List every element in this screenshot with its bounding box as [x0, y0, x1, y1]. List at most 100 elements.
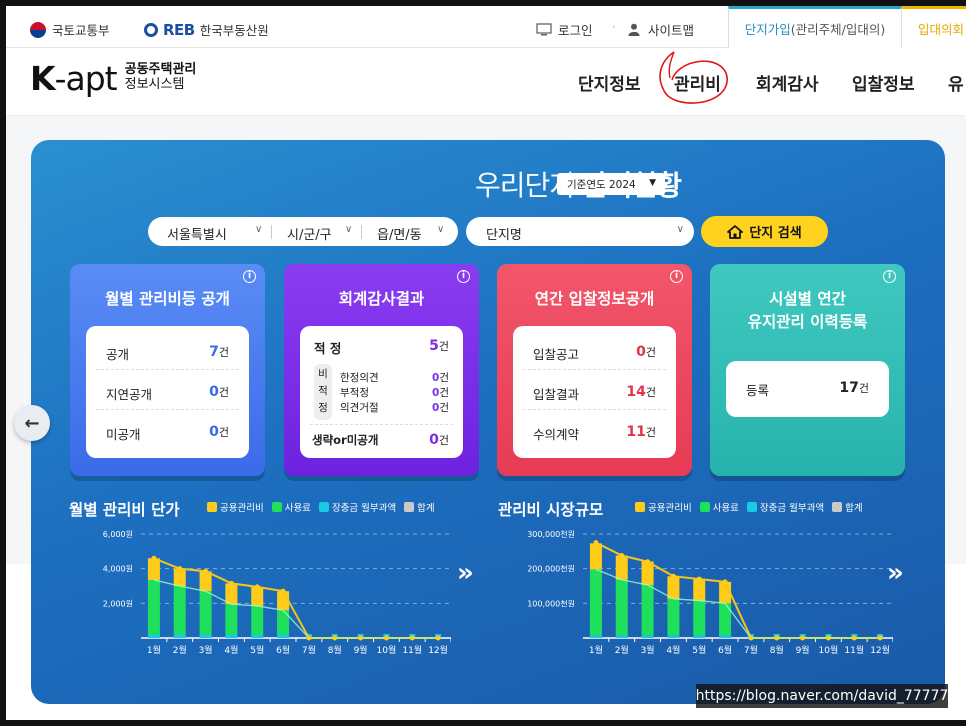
- legend-item[interactable]: 공용관리비: [635, 500, 692, 514]
- legend-label: 공용관리비: [648, 503, 692, 514]
- legend-item[interactable]: 사용료: [271, 500, 311, 514]
- gov-logo-link[interactable]: 국토교통부: [30, 20, 110, 39]
- stat-value: 17: [839, 380, 859, 396]
- x-tick-label: 3월: [641, 644, 655, 656]
- legend-item[interactable]: 장충금 월부과액: [318, 500, 397, 514]
- info-icon[interactable]: i: [457, 270, 470, 283]
- x-tick-label: 8월: [328, 644, 342, 656]
- point-total: [254, 584, 260, 590]
- dong-select[interactable]: 읍/면/동: [377, 224, 422, 243]
- stat-label: 지연공개: [106, 387, 153, 402]
- x-tick-label: 3월: [199, 644, 213, 656]
- legend-label: 장충금 월부과액: [331, 503, 397, 514]
- stat-label: 의견거절: [340, 402, 379, 414]
- nav-management-fee[interactable]: 관리비: [674, 70, 721, 95]
- nav-bid-info[interactable]: 입찰정보: [852, 70, 915, 95]
- kapt-sub2: 정보시스템: [124, 77, 185, 92]
- legend-item[interactable]: 사용료: [699, 500, 739, 514]
- complex-name-select[interactable]: 단지명 ∨: [466, 217, 694, 246]
- bar-reserve: [225, 634, 238, 638]
- chart2-title: 관리비 시장규모: [498, 501, 604, 519]
- divider: [361, 225, 362, 239]
- kapt-logo[interactable]: K-apt 공동주택관리 정보시스템: [30, 62, 196, 96]
- sido-select[interactable]: 서울특별시: [167, 224, 227, 243]
- nav-complex-info[interactable]: 단지정보: [578, 70, 641, 95]
- point-total: [748, 635, 754, 641]
- bar-usage: [589, 569, 602, 636]
- legend-label: 장충금 월부과액: [759, 503, 825, 514]
- tab-resident-council[interactable]: 입대의회: [902, 6, 966, 48]
- card-monthly-fee-disclosure[interactable]: i 월별 관리비등 공개 공개 7건 지연공개 0건 미공개 0건: [70, 264, 265, 476]
- complex-status-panel: 우리단지 관리현황 기준연도 2024 ▼ 서울특별시 ∨ 시/군/구 ∨ 읍/…: [31, 140, 945, 704]
- nav-more[interactable]: 유: [948, 70, 964, 95]
- chart1-next-icon[interactable]: »: [457, 558, 474, 588]
- info-icon[interactable]: i: [243, 270, 256, 283]
- y-tick-label: 2,000원: [103, 599, 133, 608]
- bar-common: [147, 558, 160, 580]
- monitor-icon: [536, 23, 552, 36]
- stat-label: 미공개: [106, 427, 141, 442]
- bar-reserve: [693, 635, 706, 638]
- bar-common: [693, 578, 706, 601]
- stat-unit: 건: [218, 386, 229, 399]
- bar-usage: [615, 579, 628, 636]
- y-tick-label: 100,000천원: [527, 598, 575, 608]
- info-icon[interactable]: i: [670, 270, 683, 283]
- line-total: [595, 541, 881, 639]
- bar-common: [615, 555, 628, 580]
- card-stats-box: 입찰공고 0건 입찰결과 14건 수의계약 11건: [513, 326, 676, 458]
- nav-accounting-audit[interactable]: 회계감사: [756, 70, 819, 95]
- info-icon[interactable]: i: [883, 270, 896, 283]
- person-icon: [628, 23, 640, 36]
- year-select[interactable]: 기준연도 2024 ▼: [557, 173, 665, 195]
- chevron-down-icon: ∨: [437, 224, 445, 235]
- bar-common: [225, 583, 238, 605]
- point-total: [645, 559, 651, 565]
- point-total: [332, 635, 338, 641]
- point-total: [722, 579, 728, 585]
- point-total: [800, 635, 806, 641]
- stat-unit: 건: [858, 382, 869, 395]
- reb-circle-icon: [144, 22, 158, 37]
- point-total: [280, 588, 286, 594]
- tab-join-complex[interactable]: 단지가입 (관리주체/입대의): [728, 6, 902, 48]
- bar-reserve: [719, 635, 732, 638]
- chart2-next-icon[interactable]: »: [887, 558, 904, 588]
- card-title-line1: 시설별 연간: [769, 290, 846, 308]
- legend-item[interactable]: 장충금 월부과액: [746, 500, 825, 514]
- sigungu-select[interactable]: 시/군/구: [287, 224, 332, 243]
- card-annual-bid-disclosure[interactable]: i 연간 입찰정보공개 입찰공고 0건 입찰결과 14건 수의계약 11건: [497, 264, 692, 476]
- chevron-down-icon: ∨: [676, 224, 684, 235]
- stat-unit: 건: [439, 402, 449, 414]
- point-total: [619, 552, 625, 558]
- stat-value: 11: [626, 424, 646, 440]
- stat-label: 수의계약: [533, 427, 580, 442]
- reb-logo-text: REB: [163, 20, 195, 39]
- stat-label: 공개: [106, 347, 130, 362]
- prev-arrow-button[interactable]: ←: [14, 405, 50, 441]
- legend-item[interactable]: 공용관리비: [207, 500, 264, 514]
- complex-search-button[interactable]: 단지 검색: [701, 216, 828, 247]
- arrow-left-icon: ←: [24, 412, 40, 434]
- reb-logo-link[interactable]: REB 한국부동산원: [144, 20, 269, 39]
- stat-value: 0: [429, 432, 439, 448]
- login-label: 로그인: [558, 23, 593, 38]
- legend-label: 합계: [417, 503, 435, 514]
- x-tick-label: 12월: [428, 644, 448, 656]
- x-tick-label: 10월: [819, 644, 839, 656]
- sitemap-link[interactable]: 사이트맵: [626, 20, 694, 39]
- bar-reserve: [147, 634, 160, 638]
- complex-name-value: 단지명: [486, 228, 522, 243]
- bar-usage: [199, 591, 212, 635]
- year-select-value: 기준연도 2024: [567, 178, 636, 191]
- point-total: [696, 576, 702, 582]
- x-tick-label: 4월: [224, 644, 238, 656]
- legend-item[interactable]: 합계: [404, 500, 435, 514]
- divider: [523, 369, 666, 370]
- util-divider: ·: [612, 20, 616, 34]
- legend-item[interactable]: 합계: [832, 500, 863, 514]
- login-link[interactable]: 로그인: [536, 20, 593, 39]
- divider: [96, 409, 239, 410]
- card-accounting-audit[interactable]: i 회계감사결과 적 정 5건 비적정 한정의견 0건 부적정 0건 의견거절 0…: [284, 264, 479, 476]
- card-facility-maintenance[interactable]: i 시설별 연간 유지관리 이력등록 등록 17건: [710, 264, 905, 476]
